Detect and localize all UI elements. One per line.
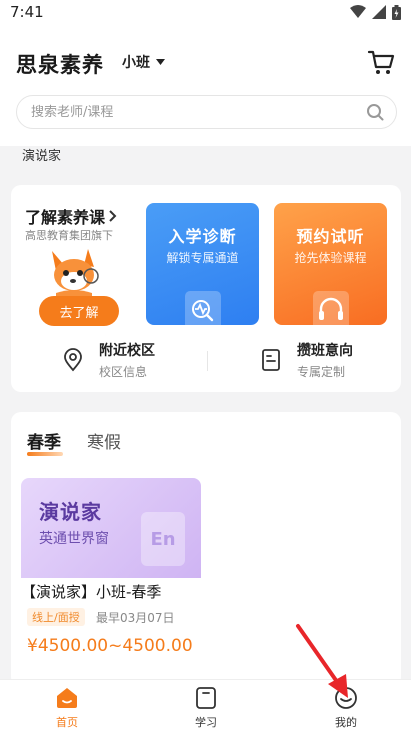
course-mode-badge: 线上/面授: [27, 608, 85, 626]
signal-icon: [372, 5, 386, 19]
location-pin-icon: [64, 348, 82, 372]
fox-mascot-icon: [52, 249, 99, 299]
course-cover: 演说家 英通世界窗 En: [21, 478, 201, 578]
tabbar-study[interactable]: 学习: [176, 686, 236, 730]
book-trial-tile[interactable]: 预约试听 抢先体验课程: [274, 203, 387, 325]
chevron-right-icon: [109, 210, 117, 222]
divider: [207, 351, 208, 371]
tabbar-mine[interactable]: 我的: [316, 686, 376, 730]
course-name: 【演说家】小班-春季: [21, 583, 162, 601]
promo-title[interactable]: 了解素养课: [25, 204, 117, 228]
info-subtitle: 校区信息: [99, 365, 148, 379]
caret-down-icon: [156, 59, 165, 65]
search-input[interactable]: [17, 96, 337, 128]
battery-icon: [392, 4, 401, 20]
enrollment-diagnosis-tile[interactable]: 入学诊断 解锁专属通道: [146, 203, 259, 325]
tile-title: 入学诊断: [168, 227, 237, 246]
headphones-icon: [313, 291, 349, 325]
info-subtitle: 专属定制: [297, 365, 346, 379]
brand-logo: 思泉素养: [16, 53, 104, 77]
tab-winter-break[interactable]: 寒假: [87, 428, 121, 453]
wifi-icon: [350, 5, 366, 18]
search-icon[interactable]: [366, 103, 384, 121]
tile-subtitle: 抢先体验课程: [294, 251, 367, 265]
active-tab-indicator: [27, 452, 63, 456]
tabbar-label: 我的: [335, 716, 357, 729]
study-icon: [196, 687, 216, 709]
status-time: 7:41: [10, 3, 44, 21]
class-intent-link[interactable]: 攒班意向 专属定制: [259, 341, 353, 379]
nearby-campus-link[interactable]: 附近校区 校区信息: [61, 341, 155, 379]
course-price: ¥4500.00~4500.00: [27, 636, 193, 656]
class-selector[interactable]: 小班: [122, 52, 165, 72]
header: 思泉素养 小班: [0, 24, 411, 146]
course-start-date: 最早03月07日: [96, 611, 175, 625]
home-icon: [57, 688, 77, 708]
cover-logo: En: [141, 512, 185, 566]
tile-subtitle: 解锁专属通道: [166, 251, 239, 265]
services-card: 了解素养课 高思教育集团旗下 去了解 入学诊断 解锁专属通道 预约试听 抢先体验…: [11, 185, 401, 392]
promo-title-text: 了解素养课: [25, 208, 106, 227]
class-selector-label: 小班: [122, 55, 150, 71]
tabbar-home[interactable]: 首页: [37, 686, 97, 730]
tabbar-label: 学习: [195, 716, 217, 729]
section-peek-label: 演说家: [22, 149, 62, 164]
document-icon: [262, 349, 280, 371]
cart-icon[interactable]: [367, 48, 395, 76]
info-title: 附近校区: [99, 343, 155, 359]
tab-spring[interactable]: 春季: [27, 428, 61, 453]
info-title: 攒班意向: [297, 343, 353, 359]
course-card-section: 春季 寒假 演说家 英通世界窗 En 【演说家】小班-春季 线上/面授 最早03…: [11, 412, 401, 687]
profile-smile-icon: [335, 687, 357, 709]
status-icons: [350, 4, 401, 20]
status-bar: 7:41: [0, 0, 411, 24]
learn-more-button[interactable]: 去了解: [39, 296, 119, 326]
diagnosis-icon: [185, 291, 221, 325]
cover-subtitle: 英通世界窗: [39, 531, 109, 547]
search-bar[interactable]: [16, 95, 397, 129]
tabbar-label: 首页: [56, 716, 78, 729]
course-item[interactable]: 演说家 英通世界窗 En 【演说家】小班-春季 线上/面授 最早03月07日 ¥…: [21, 478, 201, 678]
bottom-tab-bar: 首页 学习 我的: [0, 679, 411, 732]
promo-subtitle: 高思教育集团旗下: [25, 229, 113, 242]
cover-title: 演说家: [39, 500, 102, 524]
tile-title: 预约试听: [296, 227, 365, 246]
